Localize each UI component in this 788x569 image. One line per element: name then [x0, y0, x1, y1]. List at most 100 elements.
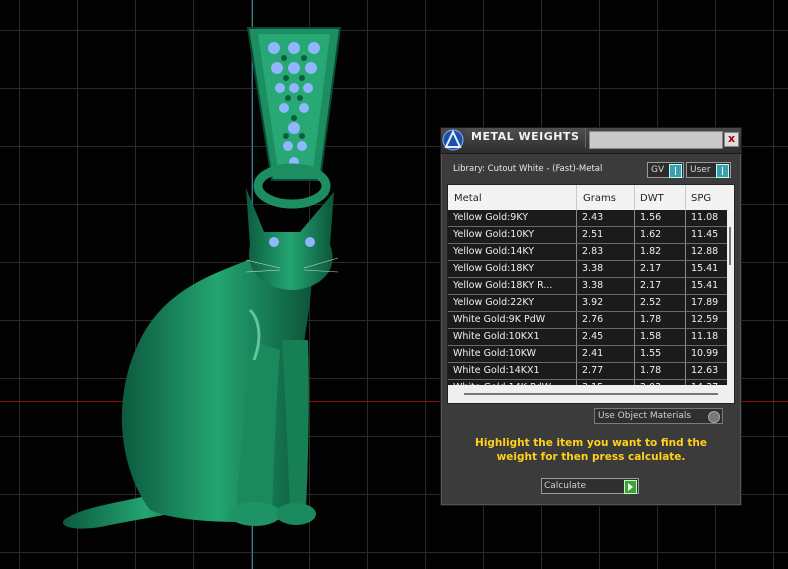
- library-label: Library: Cutout White - (Fast)-Metal: [453, 164, 603, 174]
- dwt-cell: 1.58: [640, 331, 662, 342]
- cell-divider: [685, 295, 686, 311]
- table-header: Metal Grams DWT SPG: [448, 185, 734, 211]
- cell-divider: [685, 244, 686, 260]
- metal-cell: Yellow Gold:10KY: [453, 229, 535, 240]
- title-bar-fill: [589, 131, 723, 149]
- dwt-cell: 1.82: [640, 246, 662, 257]
- grams-cell: 2.43: [582, 212, 604, 223]
- cell-divider: [576, 261, 577, 277]
- material-source-dropdown[interactable]: Use Object Materials: [594, 408, 723, 424]
- panel-title: METAL WEIGHTS: [466, 128, 586, 148]
- column-divider: [576, 185, 577, 210]
- cell-divider: [634, 363, 635, 379]
- spg-cell: 15.41: [691, 280, 719, 291]
- grams-cell: 2.76: [582, 314, 604, 325]
- dwt-cell: 1.78: [640, 365, 662, 376]
- cell-divider: [576, 210, 577, 226]
- grams-cell: 3.38: [582, 280, 604, 291]
- grams-cell: 3.38: [582, 263, 604, 274]
- grams-cell: 2.83: [582, 246, 604, 257]
- column-header-grams[interactable]: Grams: [583, 193, 616, 204]
- cell-divider: [685, 227, 686, 243]
- cell-divider: [685, 261, 686, 277]
- dwt-cell: 1.62: [640, 229, 662, 240]
- cell-divider: [576, 346, 577, 362]
- gv-toggle-switch-icon: [669, 164, 682, 178]
- cell-divider: [634, 312, 635, 328]
- cell-divider: [634, 346, 635, 362]
- cell-divider: [634, 295, 635, 311]
- table-row[interactable]: Yellow Gold:14KY 2.83 1.82 12.88: [448, 244, 727, 261]
- cell-divider: [685, 346, 686, 362]
- table-body: Yellow Gold:9KY 2.43 1.56 11.08 Yellow Gold:…: [448, 210, 727, 397]
- cell-divider: [576, 227, 577, 243]
- horizontal-scroll-thumb[interactable]: [464, 393, 718, 395]
- column-divider: [685, 185, 686, 210]
- spg-cell: 15.41: [691, 263, 719, 274]
- play-arrow-icon: [624, 480, 637, 494]
- spg-cell: 12.59: [691, 314, 719, 325]
- grams-cell: 2.51: [582, 229, 604, 240]
- dwt-cell: 2.17: [640, 263, 662, 274]
- close-button[interactable]: x: [724, 132, 739, 147]
- column-header-spg[interactable]: SPG: [691, 193, 711, 204]
- cell-divider: [576, 244, 577, 260]
- dwt-cell: 2.17: [640, 280, 662, 291]
- cell-divider: [685, 210, 686, 226]
- spg-cell: 12.88: [691, 246, 719, 257]
- cell-divider: [576, 363, 577, 379]
- spg-cell: 11.08: [691, 212, 719, 223]
- metal-weights-panel: METAL WEIGHTS x Library: Cutout White - …: [440, 127, 742, 506]
- cell-divider: [576, 329, 577, 345]
- user-toggle[interactable]: User: [686, 162, 731, 178]
- cell-divider: [634, 210, 635, 226]
- column-divider: [634, 185, 635, 210]
- spg-cell: 11.45: [691, 229, 719, 240]
- cell-divider: [576, 312, 577, 328]
- cell-divider: [576, 295, 577, 311]
- metal-cell: Yellow Gold:14KY: [453, 246, 535, 257]
- metal-cell: Yellow Gold:9KY: [453, 212, 529, 223]
- metal-cell: Yellow Gold:18KY R...: [453, 280, 553, 291]
- user-toggle-switch-icon: [716, 164, 729, 178]
- dwt-cell: 1.78: [640, 314, 662, 325]
- cat-pendant-model[interactable]: [50, 20, 350, 540]
- table-row[interactable]: White Gold:10KW 2.41 1.55 10.99: [448, 346, 727, 363]
- calculate-label: Calculate: [544, 481, 587, 491]
- table-row[interactable]: White Gold:9K PdW 2.76 1.78 12.59: [448, 312, 727, 329]
- cell-divider: [634, 227, 635, 243]
- cell-divider: [685, 312, 686, 328]
- calculate-button[interactable]: Calculate: [541, 478, 639, 494]
- table-row[interactable]: White Gold:14KX1 2.77 1.78 12.63: [448, 363, 727, 380]
- spg-cell: 11.18: [691, 331, 719, 342]
- grams-cell: 2.77: [582, 365, 604, 376]
- user-toggle-label: User: [690, 165, 711, 175]
- metal-cell: White Gold:14KX1: [453, 365, 540, 376]
- metal-cell: Yellow Gold:18KY: [453, 263, 535, 274]
- metal-cell: White Gold:10KX1: [453, 331, 540, 342]
- cell-divider: [685, 278, 686, 294]
- cell-divider: [576, 278, 577, 294]
- gv-toggle[interactable]: GV: [647, 162, 684, 178]
- table-row[interactable]: Yellow Gold:18KY R... 3.38 2.17 15.41: [448, 278, 727, 295]
- vertical-scroll-thumb[interactable]: [729, 227, 731, 265]
- table-row[interactable]: White Gold:10KX1 2.45 1.58 11.18: [448, 329, 727, 346]
- table-row[interactable]: Yellow Gold:9KY 2.43 1.56 11.08: [448, 210, 727, 227]
- table-row[interactable]: Yellow Gold:10KY 2.51 1.62 11.45: [448, 227, 727, 244]
- cell-divider: [634, 261, 635, 277]
- grams-cell: 3.92: [582, 297, 604, 308]
- app-logo-icon: [442, 129, 464, 151]
- column-header-dwt[interactable]: DWT: [640, 193, 664, 204]
- metal-weights-table: Metal Grams DWT SPG Yellow Gold:9KY 2.43 1…: [447, 184, 735, 404]
- panel-titlebar[interactable]: METAL WEIGHTS x: [441, 128, 741, 154]
- table-row[interactable]: Yellow Gold:18KY 3.38 2.17 15.41: [448, 261, 727, 278]
- metal-cell: Yellow Gold:22KY: [453, 297, 535, 308]
- column-header-metal[interactable]: Metal: [454, 193, 482, 204]
- spg-cell: 10.99: [691, 348, 719, 359]
- spg-cell: 17.89: [691, 297, 719, 308]
- grams-cell: 2.45: [582, 331, 604, 342]
- cell-divider: [634, 244, 635, 260]
- table-row[interactable]: Yellow Gold:22KY 3.92 2.52 17.89: [448, 295, 727, 312]
- dwt-cell: 1.56: [640, 212, 662, 223]
- dropdown-circle-icon: [708, 411, 720, 423]
